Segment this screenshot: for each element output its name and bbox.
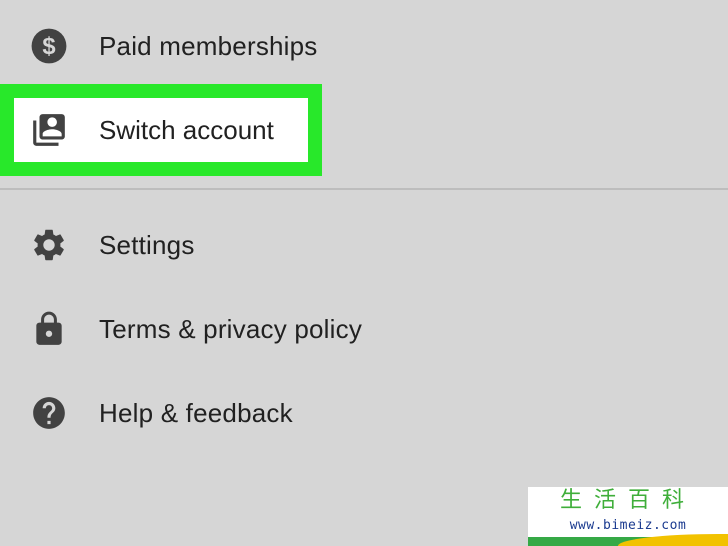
menu-item-switch-account[interactable]: Switch account <box>0 84 322 176</box>
switch-account-icon <box>30 111 68 149</box>
menu-item-settings[interactable]: Settings <box>0 203 728 287</box>
menu-item-paid-memberships[interactable]: $ Paid memberships <box>0 4 728 88</box>
watermark-swoosh <box>618 534 728 546</box>
menu-divider <box>0 188 728 190</box>
menu-item-label: Settings <box>99 230 195 260</box>
watermark-chinese-text: 生活百科 <box>559 488 696 513</box>
navigation-menu: $ Paid memberships Switch account Settin… <box>0 0 728 546</box>
help-circle-icon <box>30 394 68 432</box>
menu-item-terms-privacy[interactable]: Terms & privacy policy <box>0 287 728 371</box>
menu-item-label: Paid memberships <box>99 31 318 61</box>
menu-item-label: Help & feedback <box>99 398 293 428</box>
watermark-logo: 生活百科 www.bimeiz.com <box>528 487 728 546</box>
menu-item-help-feedback[interactable]: Help & feedback <box>0 371 728 455</box>
lock-icon <box>30 310 68 348</box>
gear-icon <box>30 226 68 264</box>
menu-item-label: Switch account <box>99 115 274 145</box>
dollar-circle-icon: $ <box>30 27 68 65</box>
svg-text:$: $ <box>42 33 55 60</box>
watermark-url: www.bimeiz.com <box>569 518 687 533</box>
menu-item-label: Terms & privacy policy <box>99 314 363 344</box>
